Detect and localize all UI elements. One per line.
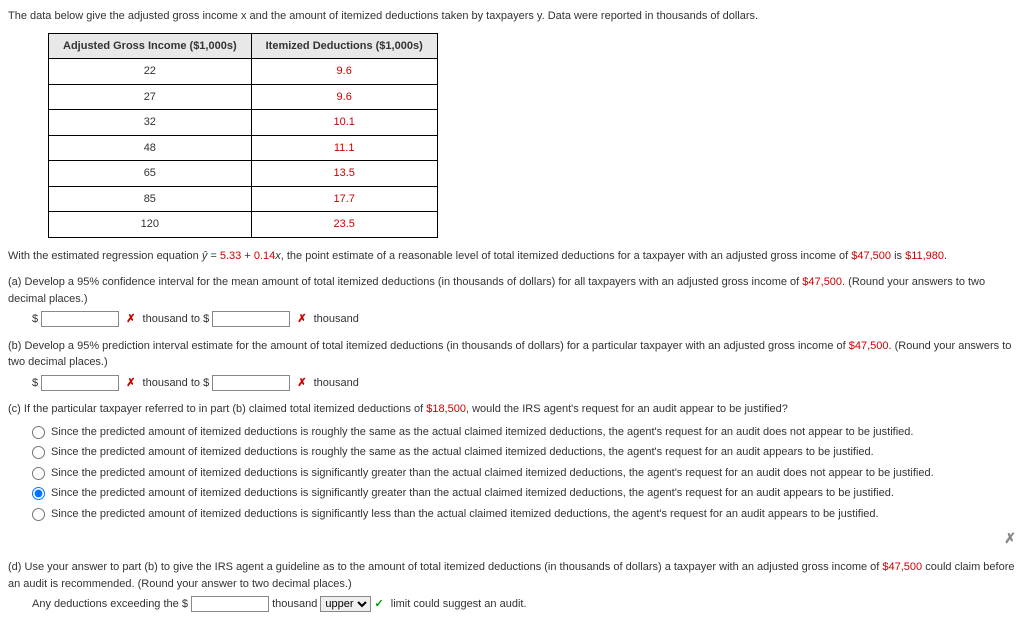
deduction-cell: 11.1 xyxy=(251,135,437,161)
deduction-cell: 9.6 xyxy=(251,84,437,110)
col-head-income: Adjusted Gross Income ($1,000s) xyxy=(49,33,252,59)
wrong-icon: ✗ xyxy=(126,377,135,389)
a-lower-input[interactable] xyxy=(41,311,119,327)
opt3[interactable]: Since the predicted amount of itemized d… xyxy=(32,465,1016,482)
opt5[interactable]: Since the predicted amount of itemized d… xyxy=(32,506,1016,523)
part-b-label: (b) xyxy=(8,340,21,352)
part-d-text: Use your answer to part (b) to give the … xyxy=(8,561,1014,590)
part-c-label: (c) xyxy=(8,403,21,415)
opt2[interactable]: Since the predicted amount of itemized d… xyxy=(32,444,1016,461)
part-b-answer: $ ✗ thousand to $ ✗ thousand xyxy=(32,375,1016,392)
wrong-icon: ✗ xyxy=(1004,528,1016,549)
deduction-cell: 9.6 xyxy=(251,59,437,85)
part-c: (c) If the particular taxpayer referred … xyxy=(8,401,1016,549)
data-table: Adjusted Gross Income ($1,000s) Itemized… xyxy=(48,33,438,238)
table-row: 3210.1 xyxy=(49,110,438,136)
b-upper-input[interactable] xyxy=(212,375,290,391)
wrong-icon: ✗ xyxy=(126,313,135,325)
table-row: 12023.5 xyxy=(49,212,438,238)
part-c-options: Since the predicted amount of itemized d… xyxy=(32,424,1016,550)
wrong-icon: ✗ xyxy=(297,313,306,325)
part-b: (b) Develop a 95% prediction interval es… xyxy=(8,338,1016,392)
deduction-cell: 10.1 xyxy=(251,110,437,136)
part-a: (a) Develop a 95% confidence interval fo… xyxy=(8,274,1016,328)
part-a-answer: $ ✗ thousand to $ ✗ thousand xyxy=(32,311,1016,328)
part-b-text: Develop a 95% prediction interval estima… xyxy=(8,340,1011,369)
part-c-question: If the particular taxpayer referred to i… xyxy=(24,403,788,415)
regression-line: With the estimated regression equation ŷ… xyxy=(8,248,1016,265)
deduction-cell: 23.5 xyxy=(251,212,437,238)
income-cell: 65 xyxy=(49,161,252,187)
wrong-icon: ✗ xyxy=(297,377,306,389)
income-cell: 120 xyxy=(49,212,252,238)
check-icon: ✓ xyxy=(374,598,383,610)
d-bound-select[interactable]: upper xyxy=(320,596,371,612)
table-row: 229.6 xyxy=(49,59,438,85)
income-cell: 85 xyxy=(49,186,252,212)
table-row: 6513.5 xyxy=(49,161,438,187)
table-row: 279.6 xyxy=(49,84,438,110)
part-d-label: (d) xyxy=(8,561,21,573)
a-upper-input[interactable] xyxy=(212,311,290,327)
opt1[interactable]: Since the predicted amount of itemized d… xyxy=(32,424,1016,441)
table-row: 4811.1 xyxy=(49,135,438,161)
table-row: 8517.7 xyxy=(49,186,438,212)
opt5-radio[interactable] xyxy=(32,508,45,521)
part-d-answer: Any deductions exceeding the $ thousand … xyxy=(32,596,1016,613)
income-cell: 32 xyxy=(49,110,252,136)
opt4-radio[interactable] xyxy=(32,487,45,500)
opt2-radio[interactable] xyxy=(32,446,45,459)
deduction-cell: 17.7 xyxy=(251,186,437,212)
opt3-radio[interactable] xyxy=(32,467,45,480)
col-head-deduct: Itemized Deductions ($1,000s) xyxy=(251,33,437,59)
d-value-input[interactable] xyxy=(191,596,269,612)
part-a-text: Develop a 95% confidence interval for th… xyxy=(8,276,985,305)
income-cell: 48 xyxy=(49,135,252,161)
b-lower-input[interactable] xyxy=(41,375,119,391)
opt4[interactable]: Since the predicted amount of itemized d… xyxy=(32,485,1016,502)
opt1-radio[interactable] xyxy=(32,426,45,439)
intro-text: The data below give the adjusted gross i… xyxy=(8,8,1016,25)
deduction-cell: 13.5 xyxy=(251,161,437,187)
income-cell: 27 xyxy=(49,84,252,110)
income-cell: 22 xyxy=(49,59,252,85)
part-d: (d) Use your answer to part (b) to give … xyxy=(8,559,1016,613)
part-a-label: (a) xyxy=(8,276,21,288)
